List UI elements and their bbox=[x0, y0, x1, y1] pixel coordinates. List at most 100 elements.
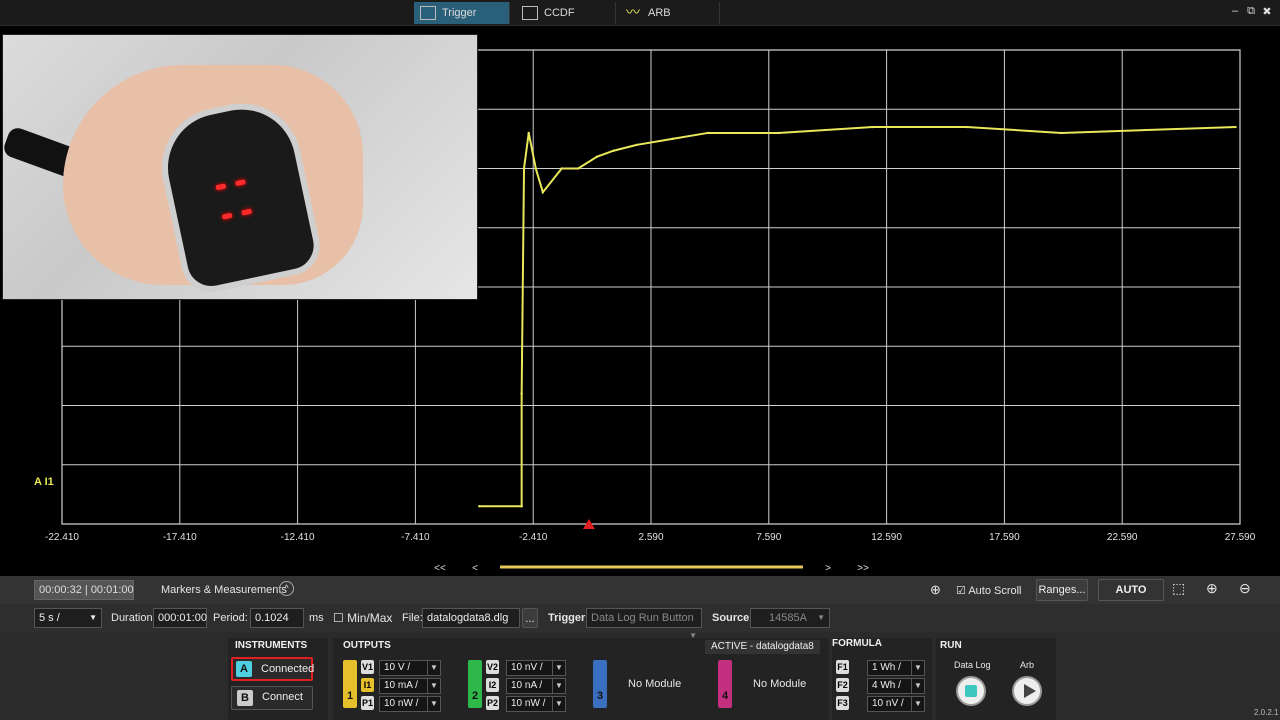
v1-scale-select[interactable]: 10 V / ▼ bbox=[379, 660, 441, 676]
zoom-in-icon[interactable]: ⊕ bbox=[1206, 580, 1218, 597]
zoom-out-icon[interactable]: ⊖ bbox=[1239, 580, 1251, 597]
trace-point bbox=[595, 155, 599, 158]
trace-point bbox=[612, 149, 615, 152]
x-tick-label: -7.410 bbox=[401, 532, 430, 543]
channel-4-bar[interactable]: 4 bbox=[718, 660, 732, 708]
datalog-stop-button[interactable] bbox=[956, 676, 986, 706]
markers-label[interactable]: Markers & Measurements bbox=[161, 584, 287, 596]
trace-point bbox=[541, 191, 545, 194]
x-tick-label: 2.590 bbox=[638, 532, 663, 543]
i1-tag: I1 bbox=[361, 678, 374, 692]
trace-point bbox=[635, 143, 639, 146]
trace-point bbox=[534, 167, 537, 170]
auto-scroll-checkbox[interactable]: ☑ Auto Scroll bbox=[956, 584, 1022, 597]
f3-tag[interactable]: F3 bbox=[836, 696, 849, 710]
minimize-button[interactable]: ‒ bbox=[1228, 5, 1242, 17]
minmax-checkbox[interactable]: ☐ Min/Max bbox=[333, 611, 392, 625]
tab-arb[interactable]: 〰 ARB bbox=[620, 2, 720, 24]
v2-tag: V2 bbox=[486, 660, 499, 674]
timeline-row: 00:00:32 | 00:01:00 Markers & Measuremen… bbox=[0, 576, 1280, 616]
file-browse-button[interactable]: ... bbox=[522, 608, 538, 628]
f3-scale-select[interactable]: 10 nV / ▼ bbox=[867, 696, 925, 712]
channel-4-module: No Module bbox=[753, 678, 807, 690]
instrument-a-tag: A bbox=[236, 661, 252, 677]
i2-tag: I2 bbox=[486, 678, 499, 692]
tab-ccdf[interactable]: CCDF bbox=[516, 2, 616, 24]
duration-label: Duration: bbox=[111, 612, 156, 624]
close-button[interactable]: ✖ bbox=[1260, 5, 1274, 18]
time-scale-select[interactable]: 5 s / ▼ bbox=[34, 608, 102, 628]
ranges-button[interactable]: Ranges... bbox=[1036, 579, 1088, 601]
trace-point bbox=[576, 167, 580, 170]
f1-scale-select[interactable]: 1 Wh / ▼ bbox=[867, 660, 925, 676]
channel-1-bar[interactable]: 1 bbox=[343, 660, 357, 708]
p2-tag: P2 bbox=[486, 696, 499, 710]
instrument-a-status: Connected bbox=[261, 663, 315, 675]
trace-point bbox=[527, 131, 530, 135]
i1-scale-select[interactable]: 10 mA / ▼ bbox=[379, 678, 441, 694]
channel-marker[interactable]: A I1 bbox=[34, 476, 54, 488]
x-tick-label: 17.590 bbox=[989, 532, 1020, 543]
arb-label: Arb bbox=[1020, 660, 1035, 670]
channel-2-bar[interactable]: 2 bbox=[468, 660, 482, 708]
instruments-header: INSTRUMENTS bbox=[235, 640, 308, 651]
x-tick-label: 22.590 bbox=[1107, 532, 1138, 543]
auto-scale-button[interactable]: AUTO SCALE bbox=[1098, 579, 1164, 616]
instrument-a-button[interactable]: A Connected bbox=[231, 657, 315, 681]
period-label: Period: bbox=[213, 612, 248, 624]
outputs-panel: OUTPUTS ACTIVE - datalogdata8 1 V1 I1 P1… bbox=[333, 638, 829, 720]
scroll-button[interactable]: < bbox=[472, 563, 478, 574]
scroll-button[interactable]: > bbox=[825, 563, 831, 574]
settings-row: 5 s / ▼ Duration: 000:01:00 Period: 0.10… bbox=[0, 604, 1280, 640]
tab-trigger[interactable]: Trigger bbox=[414, 2, 510, 24]
trace-point bbox=[520, 392, 523, 395]
p1-scale-select[interactable]: 10 nW / ▼ bbox=[379, 696, 441, 712]
trigger-label: Trigger bbox=[548, 612, 586, 624]
control-panel: 00:00:32 | 00:01:00 Markers & Measuremen… bbox=[0, 576, 1280, 720]
waveform-plot[interactable]: -22.410 -17.410 -12.410 -7.410 -2.410 2.590 7.… bbox=[0, 26, 1280, 576]
x-tick-label: -2.410 bbox=[519, 532, 548, 543]
x-tick-label: 7.590 bbox=[756, 532, 781, 543]
trace-point bbox=[1059, 131, 1063, 135]
trace-point bbox=[560, 167, 563, 170]
crosshair-icon[interactable]: ⊕ bbox=[930, 582, 941, 598]
i2-scale-select[interactable]: 10 nA / ▼ bbox=[506, 678, 566, 694]
x-tick-label: 12.590 bbox=[871, 532, 902, 543]
tab-arb-label: ARB bbox=[648, 7, 671, 19]
source-label: Source bbox=[712, 612, 750, 624]
expand-markers-icon[interactable]: ^ bbox=[279, 581, 294, 596]
scroll-button[interactable]: >> bbox=[857, 563, 869, 574]
trigger-select[interactable]: Data Log Run Button ▼ bbox=[586, 608, 702, 640]
run-panel: RUN Data Log Arb bbox=[936, 638, 1056, 720]
duration-field[interactable]: 000:01:00 bbox=[153, 608, 207, 628]
file-field[interactable]: datalogdata8.dlg bbox=[422, 608, 520, 628]
p2-scale-select[interactable]: 10 nW / ▼ bbox=[506, 696, 566, 712]
trace-point bbox=[520, 505, 523, 508]
trace-point bbox=[478, 505, 481, 508]
source-select[interactable]: 14585A ▼ bbox=[750, 608, 830, 628]
v1-tag: V1 bbox=[361, 660, 374, 674]
x-tick-label: -12.410 bbox=[281, 532, 315, 543]
zoom-region-icon[interactable]: ⬚ bbox=[1172, 580, 1185, 597]
period-unit: ms bbox=[309, 612, 324, 624]
instrument-b-tag: B bbox=[237, 690, 253, 706]
trigger-icon bbox=[420, 6, 436, 20]
restore-button[interactable]: ⧉ bbox=[1244, 5, 1258, 18]
time-position-display: 00:00:32 | 00:01:00 bbox=[34, 580, 134, 600]
f2-scale-select[interactable]: 4 Wh / ▼ bbox=[867, 678, 925, 694]
channel-3-bar[interactable]: 3 bbox=[593, 660, 607, 708]
period-field[interactable]: 0.1024 bbox=[250, 608, 304, 628]
instruments-panel: INSTRUMENTS A Connected B Connect bbox=[228, 638, 328, 720]
version-label: 2.0.2.1 bbox=[1254, 708, 1279, 717]
stop-icon bbox=[965, 685, 977, 697]
instrument-b-button[interactable]: B Connect bbox=[231, 686, 313, 710]
p1-tag: P1 bbox=[361, 696, 374, 710]
trace-point bbox=[671, 137, 674, 141]
run-header: RUN bbox=[940, 640, 962, 651]
f1-tag[interactable]: F1 bbox=[836, 660, 849, 674]
f2-tag[interactable]: F2 bbox=[836, 678, 849, 692]
outputs-header: OUTPUTS bbox=[343, 640, 391, 651]
arb-play-button[interactable] bbox=[1012, 676, 1042, 706]
v2-scale-select[interactable]: 10 nV / ▼ bbox=[506, 660, 566, 676]
scroll-button[interactable]: << bbox=[434, 563, 446, 574]
